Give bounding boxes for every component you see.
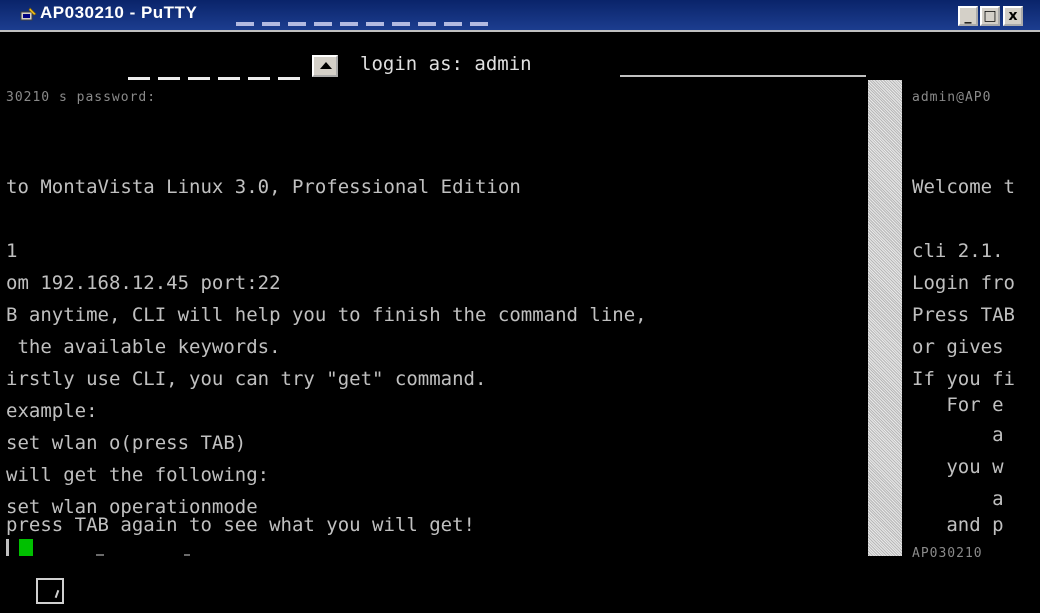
terminal-line: a xyxy=(912,424,1004,446)
resize-icon[interactable] xyxy=(36,578,64,604)
overlay-artifact xyxy=(128,77,300,80)
terminal-line: 1 xyxy=(6,240,18,262)
terminal-line: B anytime, CLI will help you to finish t… xyxy=(6,304,647,326)
render-artifact xyxy=(96,554,104,556)
terminal-line: and p xyxy=(912,514,1004,536)
terminal-line: om 192.168.12.45 port:22 xyxy=(6,272,281,294)
title-artifact xyxy=(236,22,496,26)
terminal-line: 30210 s password: xyxy=(6,90,157,105)
scroll-up-icon[interactable] xyxy=(312,55,338,77)
prompt-marker xyxy=(6,539,9,556)
terminal-line: or gives xyxy=(912,336,1004,358)
terminal-line: Login fro xyxy=(912,272,1015,294)
terminal-line: AP030210 xyxy=(912,546,983,558)
render-artifact xyxy=(184,554,190,556)
terminal-line: to MontaVista Linux 3.0, Professional Ed… xyxy=(6,176,521,198)
terminal-cursor xyxy=(19,539,33,556)
terminal-line: For e xyxy=(912,394,1004,416)
terminal-line: the available keywords. xyxy=(6,336,281,358)
terminal-right[interactable]: admin@AP0 Welcome t cli 2.1. Login fro P… xyxy=(904,32,1040,558)
terminal-line: If you fi xyxy=(912,368,1015,390)
title-bar[interactable]: AP030210 - PuTTY _ □ x xyxy=(0,0,1040,32)
terminal-line: Welcome t xyxy=(912,176,1015,198)
terminal-line: irstly use CLI, you can try "get" comman… xyxy=(6,368,487,390)
bottom-strip xyxy=(0,558,1040,613)
terminal-line: example: xyxy=(6,400,98,422)
scrollbar[interactable] xyxy=(868,80,902,556)
putty-icon xyxy=(20,7,37,21)
maximize-button[interactable]: □ xyxy=(980,6,1000,26)
terminal-line: you w xyxy=(912,456,1004,478)
login-prompt: login as: admin xyxy=(360,53,532,75)
window-title: AP030210 - PuTTY xyxy=(40,3,198,22)
close-button[interactable]: x xyxy=(1003,6,1023,26)
terminal-line: a xyxy=(912,488,1004,510)
minimize-button[interactable]: _ xyxy=(958,6,978,26)
overlay-rule xyxy=(620,75,866,77)
login-overlay: login as: admin xyxy=(128,53,868,85)
terminal-line: press TAB again to see what you will get… xyxy=(6,514,475,536)
terminal-line: admin@AP0 xyxy=(912,90,992,105)
terminal-line: cli 2.1. xyxy=(912,240,1004,262)
terminal-line: will get the following: xyxy=(6,464,270,486)
terminal-line: Press TAB xyxy=(912,304,1015,326)
terminal-left[interactable]: 30210 s password: to MontaVista Linux 3.… xyxy=(0,32,868,558)
terminal-line: set wlan o(press TAB) xyxy=(6,432,247,454)
